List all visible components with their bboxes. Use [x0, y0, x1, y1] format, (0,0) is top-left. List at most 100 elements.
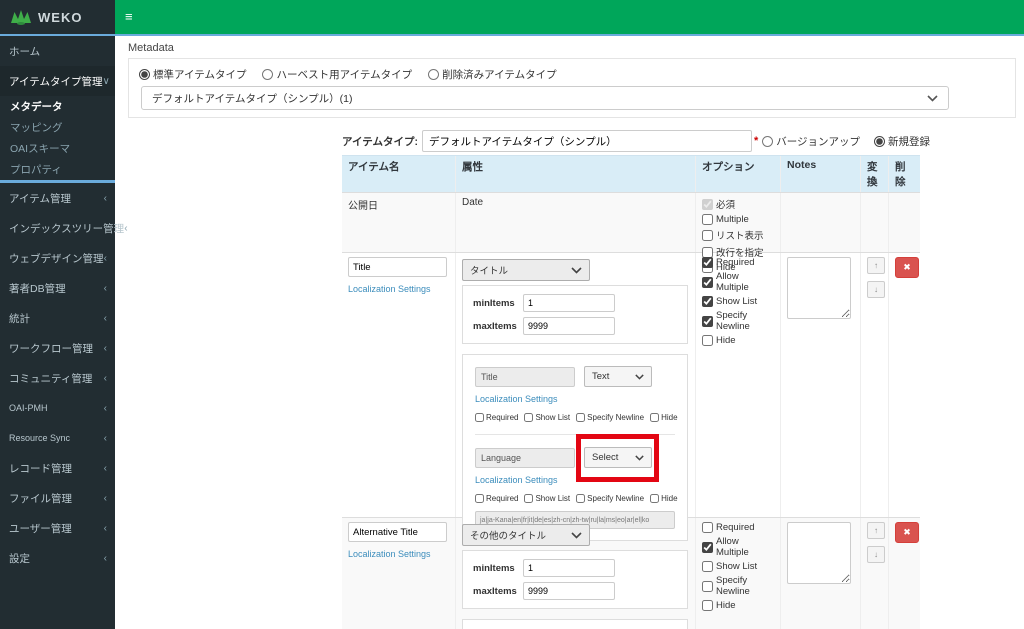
sidebar-item-property[interactable]: プロパティ	[0, 159, 115, 180]
sidebar-item-oai-schema[interactable]: OAIスキーマ	[0, 138, 115, 159]
option-required[interactable]: Required	[702, 522, 774, 533]
option-allow-multiple[interactable]: Allow Multiple	[702, 271, 774, 293]
itemtype-name-input[interactable]	[421, 130, 752, 152]
sidebar-item-workflow-mgmt[interactable]: ワークフロー管理 ‹	[0, 333, 115, 363]
radio-new-registration[interactable]: 新規登録	[874, 134, 930, 149]
option-hide[interactable]: Hide	[702, 335, 774, 346]
show-list-checkbox[interactable]	[524, 413, 534, 422]
move-down-button[interactable]: ↓	[867, 281, 885, 298]
deleted-itemtype-radio[interactable]	[428, 69, 440, 80]
sidebar-item-community-mgmt[interactable]: コミュニティ管理 ‹	[0, 363, 115, 393]
option-specify-newline[interactable]: Specify Newline	[702, 310, 774, 332]
option-hide[interactable]: Hide	[702, 600, 774, 611]
option-show-list[interactable]: リスト表示	[702, 228, 774, 242]
sidebar-item-oai-pmh[interactable]: OAI-PMH ‹	[0, 393, 115, 423]
allow-multiple-checkbox[interactable]	[702, 541, 713, 553]
hide-checkbox[interactable]	[702, 335, 713, 346]
title-input-type-select[interactable]: Text	[584, 366, 652, 387]
move-down-button[interactable]: ↓	[867, 546, 885, 563]
sidebar-item-resource-sync[interactable]: Resource Sync ‹	[0, 423, 115, 453]
max-items-input[interactable]	[523, 317, 615, 335]
delete-button[interactable]: ✖	[895, 522, 919, 543]
option-specify-newline[interactable]: Specify Newline	[702, 575, 774, 597]
show-list-checkbox[interactable]	[702, 229, 713, 241]
move-up-button[interactable]: ↑	[867, 257, 885, 274]
option-required[interactable]: Required	[702, 257, 774, 268]
language-sub-localization-link[interactable]: Localization Settings	[475, 475, 558, 485]
required-checkbox[interactable]	[475, 494, 484, 503]
title-localization-link[interactable]: Localization Settings	[348, 284, 431, 294]
radio-version-up[interactable]: バージョンアップ	[762, 134, 860, 149]
title-sub-localization-link[interactable]: Localization Settings	[475, 394, 558, 404]
chevron-down-icon	[571, 266, 582, 274]
delete-button[interactable]: ✖	[895, 257, 919, 278]
option-allow-multiple[interactable]: Allow Multiple	[702, 536, 774, 558]
required-checkbox[interactable]	[702, 257, 713, 268]
sidebar-item-record-mgmt[interactable]: レコード管理 ‹	[0, 453, 115, 483]
option-hide[interactable]: Hide	[650, 494, 678, 503]
move-up-button[interactable]: ↑	[867, 522, 885, 539]
show-list-checkbox[interactable]	[524, 494, 534, 503]
title-delete-cell: ✖	[888, 253, 920, 517]
option-specify-newline[interactable]: Specify Newline	[576, 413, 644, 422]
sidebar-item-itemtype-mgmt[interactable]: アイテムタイプ管理 ∨	[0, 66, 115, 96]
harvest-itemtype-radio[interactable]	[262, 69, 274, 80]
sidebar-item-metadata[interactable]: メタデータ	[0, 96, 115, 117]
sidebar-item-authordb-mgmt[interactable]: 著者DB管理 ‹	[0, 273, 115, 303]
title-name-input[interactable]	[348, 257, 447, 277]
option-required[interactable]: 必須	[702, 197, 774, 211]
radio-standard-itemtype[interactable]: 標準アイテムタイプ	[139, 67, 246, 82]
option-required[interactable]: Required	[475, 494, 518, 503]
sidebar-item-mapping[interactable]: マッピング	[0, 117, 115, 138]
hide-checkbox[interactable]	[650, 494, 660, 503]
title-notes-textarea[interactable]	[787, 257, 851, 319]
language-input-type-select[interactable]: Select	[584, 447, 652, 468]
show-list-checkbox[interactable]	[702, 561, 713, 572]
option-multiple[interactable]: Multiple	[702, 214, 774, 225]
sidebar-item-user-mgmt[interactable]: ユーザー管理 ‹	[0, 513, 115, 543]
sidebar-item-settings[interactable]: 設定 ‹	[0, 543, 115, 573]
title-attr-type-select[interactable]: タイトル	[462, 259, 590, 281]
radio-deleted-itemtype[interactable]: 削除済みアイテムタイプ	[428, 67, 557, 82]
option-hide[interactable]: Hide	[650, 413, 678, 422]
hide-checkbox[interactable]	[650, 413, 660, 422]
standard-itemtype-radio[interactable]	[139, 69, 150, 80]
alt-title-attr-type-select[interactable]: その他のタイトル	[462, 524, 590, 546]
sidebar-item-webdesign-mgmt[interactable]: ウェブデザイン管理 ‹	[0, 243, 115, 273]
new-registration-radio[interactable]	[874, 135, 886, 147]
sidebar-item-home[interactable]: ホーム	[0, 36, 115, 66]
required-checkbox[interactable]	[702, 198, 713, 210]
sidebar-item-statistics[interactable]: 統計 ‹	[0, 303, 115, 333]
alt-title-notes-textarea[interactable]	[787, 522, 851, 584]
option-show-list[interactable]: Show List	[702, 561, 774, 572]
radio-harvest-itemtype[interactable]: ハーベスト用アイテムタイプ	[262, 67, 412, 82]
alt-title-localization-link[interactable]: Localization Settings	[348, 549, 431, 559]
sidebar-item-indextree-mgmt[interactable]: インデックスツリー管理 ‹	[0, 213, 128, 243]
alt-title-name-input[interactable]	[348, 522, 447, 542]
option-show-list[interactable]: Show List	[702, 296, 774, 307]
specify-newline-checkbox[interactable]	[576, 413, 586, 422]
sidebar-toggle-icon[interactable]: ≡	[115, 0, 133, 34]
required-checkbox[interactable]	[475, 413, 484, 422]
max-items-input[interactable]	[523, 582, 615, 600]
option-show-list[interactable]: Show List	[524, 413, 570, 422]
hide-checkbox[interactable]	[702, 600, 713, 611]
version-up-radio[interactable]	[762, 135, 774, 147]
logo-block[interactable]: WEKO	[0, 0, 115, 34]
min-items-input[interactable]	[523, 559, 615, 577]
sidebar-submenu: メタデータ マッピング OAIスキーマ プロパティ	[0, 96, 115, 180]
option-required[interactable]: Required	[475, 413, 518, 422]
min-items-input[interactable]	[523, 294, 615, 312]
sidebar-item-file-mgmt[interactable]: ファイル管理 ‹	[0, 483, 115, 513]
multiple-checkbox[interactable]	[702, 214, 713, 225]
required-checkbox[interactable]	[702, 522, 713, 533]
allow-multiple-checkbox[interactable]	[702, 276, 713, 288]
specify-newline-checkbox[interactable]	[702, 580, 713, 592]
specify-newline-checkbox[interactable]	[702, 315, 713, 327]
option-specify-newline[interactable]: Specify Newline	[576, 494, 644, 503]
specify-newline-checkbox[interactable]	[576, 494, 586, 503]
sidebar-item-item-mgmt[interactable]: アイテム管理 ‹	[0, 183, 115, 213]
show-list-checkbox[interactable]	[702, 296, 713, 307]
option-show-list[interactable]: Show List	[524, 494, 570, 503]
itemtype-select[interactable]: デフォルトアイテムタイプ（シンプル）(1)	[141, 86, 949, 110]
